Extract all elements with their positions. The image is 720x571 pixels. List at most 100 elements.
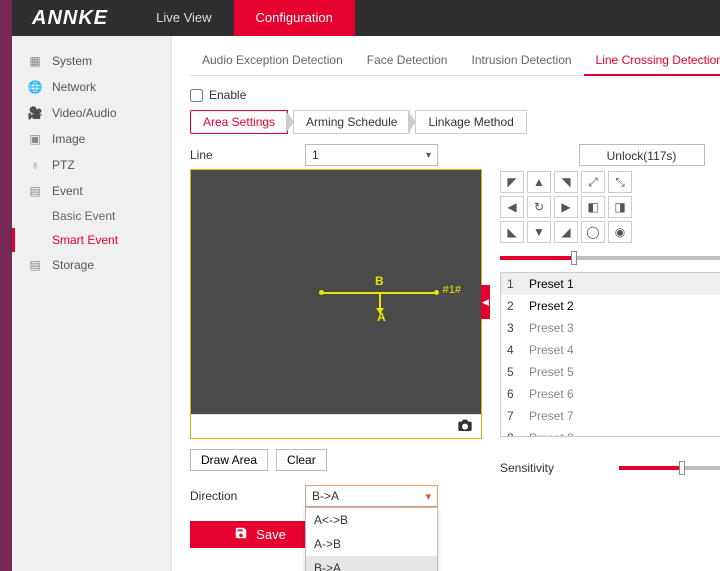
ptz-down-right[interactable]: ◢	[554, 221, 578, 243]
direction-option-b-to-a[interactable]: B->A	[306, 556, 437, 571]
direction-option-ab-both[interactable]: A<->B	[306, 508, 437, 532]
brand-logo: ANNKE	[12, 7, 134, 30]
enable-label: Enable	[209, 88, 246, 102]
ptz-up[interactable]: ▲	[527, 171, 551, 193]
preview-area[interactable]: B A #1# ◀	[190, 169, 482, 439]
sidebar-item-network[interactable]: 🌐 Network	[12, 74, 171, 100]
sidebar-item-label: Event	[52, 184, 83, 198]
tab-line-crossing[interactable]: Line Crossing Detection	[584, 46, 720, 76]
preview-collapse-handle[interactable]: ◀	[481, 285, 490, 319]
enable-checkbox[interactable]	[190, 89, 203, 102]
slider-thumb[interactable]	[571, 251, 577, 265]
focus-far-button[interactable]: ◨	[608, 196, 632, 218]
sidebar-item-ptz[interactable]: ♁ PTZ	[12, 152, 171, 178]
chevron-right-icon	[408, 111, 416, 133]
preset-number: 2	[507, 299, 519, 313]
sidebar: ▦ System 🌐 Network 🎥 Video/Audio ▣ Image…	[12, 36, 172, 571]
preset-name: Preset 3	[529, 321, 720, 335]
video-icon: 🎥	[28, 106, 42, 120]
clear-button[interactable]: Clear	[276, 449, 327, 471]
system-icon: ▦	[28, 54, 42, 68]
calendar-icon: ▤	[28, 184, 42, 198]
sensitivity-slider[interactable]	[619, 466, 720, 470]
draw-area-button[interactable]: Draw Area	[190, 449, 268, 471]
line-select[interactable]: 1 ▾	[305, 144, 438, 166]
sidebar-item-label: PTZ	[52, 158, 75, 172]
sidebar-item-system[interactable]: ▦ System	[12, 48, 171, 74]
sidebar-item-label: Video/Audio	[52, 106, 117, 120]
subtab-area-settings[interactable]: Area Settings	[190, 110, 288, 134]
preset-number: 1	[507, 277, 519, 291]
ptz-controls: ◤ ▲ ◥ ⤢ ⤡ ◀ ↻ ▶ ◧ ◨ ◣ ▼ ◢ ◯ ◉	[500, 171, 720, 243]
ptz-up-right[interactable]: ◥	[554, 171, 578, 193]
sidebar-item-event[interactable]: ▤ Event	[12, 178, 171, 204]
line-id-label: #1#	[443, 284, 461, 296]
focus-near-button[interactable]: ◧	[581, 196, 605, 218]
direction-dropdown: A<->B A->B B->A	[305, 507, 438, 571]
preset-number: 3	[507, 321, 519, 335]
direction-option-a-to-b[interactable]: A->B	[306, 532, 437, 556]
preset-name: Preset 2	[529, 299, 720, 313]
iris-close-button[interactable]: ◉	[608, 221, 632, 243]
sidebar-item-label: Image	[52, 132, 85, 146]
sidebar-item-video-audio[interactable]: 🎥 Video/Audio	[12, 100, 171, 126]
sidebar-item-storage[interactable]: ▤ Storage	[12, 252, 171, 278]
preset-row[interactable]: 2 Preset 2	[501, 295, 720, 317]
tab-intrusion-detection[interactable]: Intrusion Detection	[459, 46, 583, 75]
preset-number: 5	[507, 365, 519, 379]
zoom-in-button[interactable]: ⤢	[581, 171, 605, 193]
globe-icon: 🌐	[28, 80, 42, 94]
nav-live-view[interactable]: Live View	[134, 0, 233, 36]
subtab-linkage-method[interactable]: Linkage Method	[415, 110, 526, 134]
storage-icon: ▤	[28, 258, 42, 272]
ptz-up-left[interactable]: ◤	[500, 171, 524, 193]
preset-name: Preset 7	[529, 409, 720, 423]
preset-row[interactable]: 7 Preset 7	[501, 405, 720, 427]
direction-select-value: B->A	[312, 489, 339, 503]
sidebar-sub-smart-event[interactable]: Smart Event	[12, 228, 171, 252]
preset-row[interactable]: 8 Preset 8	[501, 427, 720, 437]
line-handle-left[interactable]	[319, 290, 324, 295]
sidebar-item-label: Network	[52, 80, 96, 94]
ptz-auto[interactable]: ↻	[527, 196, 551, 218]
ptz-down-left[interactable]: ◣	[500, 221, 524, 243]
tab-face-detection[interactable]: Face Detection	[355, 46, 460, 75]
ptz-down[interactable]: ▼	[527, 221, 551, 243]
topbar: ANNKE Live View Configuration	[12, 0, 720, 36]
preset-number: 7	[507, 409, 519, 423]
marker-b: B	[375, 274, 384, 288]
preset-number: 8	[507, 431, 519, 437]
unlock-button[interactable]: Unlock(117s)	[579, 144, 705, 166]
chevron-down-icon: ▾	[425, 490, 431, 503]
preset-name: Preset 4	[529, 343, 720, 357]
ptz-left[interactable]: ◀	[500, 196, 524, 218]
sidebar-item-label: Storage	[52, 258, 94, 272]
ptz-speed-slider[interactable]	[500, 256, 720, 260]
preset-row[interactable]: 5 Preset 5	[501, 361, 720, 383]
sidebar-item-image[interactable]: ▣ Image	[12, 126, 171, 152]
marker-a: A	[377, 310, 386, 324]
subtabs: Area Settings Arming Schedule Linkage Me…	[190, 110, 706, 134]
preset-name: Preset 5	[529, 365, 720, 379]
preset-row[interactable]: 6 Preset 6	[501, 383, 720, 405]
nav-configuration[interactable]: Configuration	[234, 0, 355, 36]
line-handle-right[interactable]	[434, 290, 439, 295]
tab-audio-exception[interactable]: Audio Exception Detection	[190, 46, 355, 75]
direction-label: Direction	[190, 489, 305, 503]
direction-select[interactable]: B->A ▾	[305, 485, 438, 507]
preset-name: Preset 1	[529, 277, 720, 291]
preset-row[interactable]: 3 Preset 3	[501, 317, 720, 339]
preset-row[interactable]: 1 Preset 1 ↷ ⚙ ✕	[501, 273, 720, 295]
sidebar-item-label: System	[52, 54, 92, 68]
zoom-out-button[interactable]: ⤡	[608, 171, 632, 193]
slider-thumb[interactable]	[679, 461, 685, 475]
ptz-right[interactable]: ▶	[554, 196, 578, 218]
main-panel: Audio Exception Detection Face Detection…	[172, 36, 720, 571]
preset-number: 6	[507, 387, 519, 401]
iris-open-button[interactable]: ◯	[581, 221, 605, 243]
sidebar-sub-basic-event[interactable]: Basic Event	[12, 204, 171, 228]
preset-row[interactable]: 4 Preset 4	[501, 339, 720, 361]
detection-line[interactable]: B A #1#	[321, 292, 437, 294]
subtab-arming-schedule[interactable]: Arming Schedule	[293, 110, 410, 134]
camera-icon[interactable]	[457, 418, 473, 435]
